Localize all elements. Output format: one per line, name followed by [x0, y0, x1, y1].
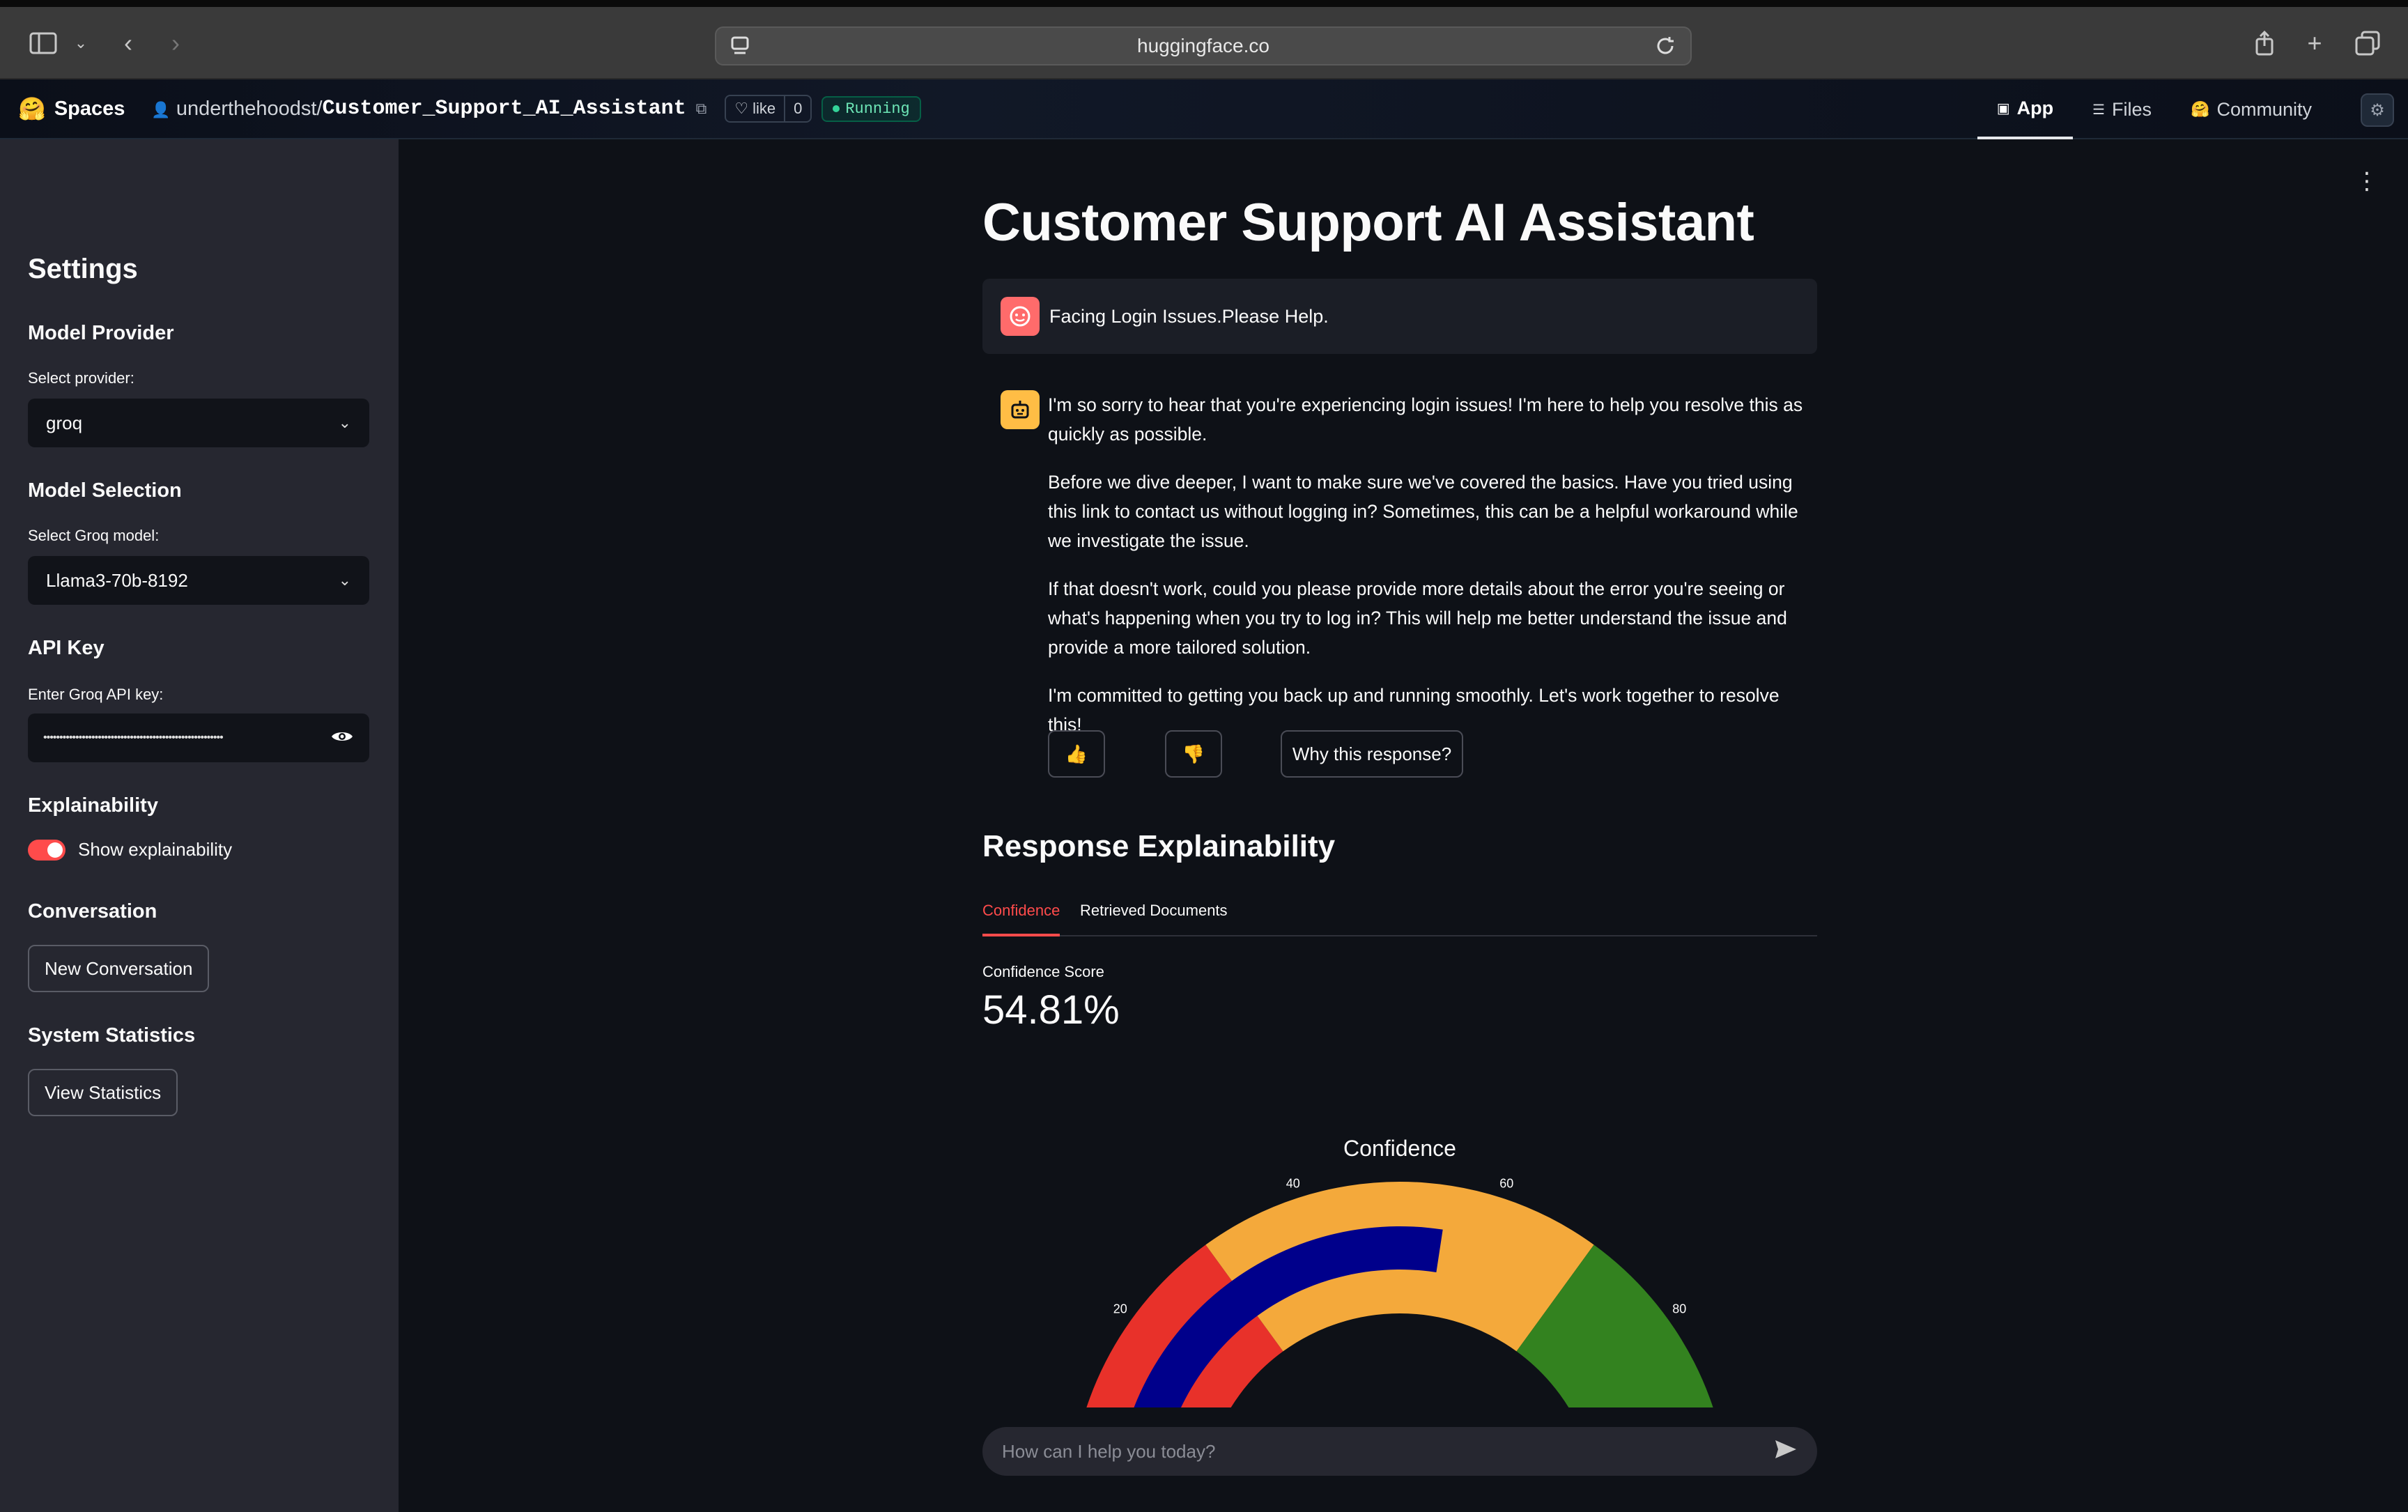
tab-overview-icon[interactable]: [2351, 28, 2384, 59]
chat-input-placeholder: How can I help you today?: [1002, 1440, 1216, 1462]
tab-app-label: App: [2016, 97, 2054, 118]
thumbs-down-button[interactable]: 👎: [1165, 730, 1222, 778]
assistant-paragraph: If that doesn't work, could you please p…: [1048, 578, 1787, 658]
copy-icon[interactable]: ⧉: [696, 100, 707, 118]
thumbs-up-button[interactable]: 👍: [1048, 730, 1105, 778]
provider-value: groq: [46, 412, 83, 433]
main-menu-icon[interactable]: ⋮: [2355, 167, 2379, 195]
files-icon: ☰: [2092, 102, 2106, 118]
model-label: Select Groq model:: [28, 527, 160, 544]
send-icon[interactable]: [1774, 1439, 1798, 1465]
heart-icon: ♡: [734, 100, 749, 117]
new-tab-icon[interactable]: +: [2298, 28, 2331, 59]
user-message-text: Facing Login Issues.Please Help.: [1049, 305, 1329, 327]
tab-community[interactable]: 🤗 Community: [2171, 79, 2331, 139]
sidebar: Settings Model Provider Select provider:…: [0, 139, 399, 1512]
chevron-down-icon: ⌄: [338, 571, 351, 589]
api-key-input[interactable]: ••••••••••••••••••••••••••••••••••••••••…: [28, 713, 369, 762]
chevron-down-icon: ⌄: [338, 414, 351, 431]
explainability-toggle-label: Show explainability: [78, 839, 233, 860]
gauge-tick-label: 40: [1286, 1176, 1300, 1190]
explainability-heading: Explainability: [28, 794, 158, 817]
confidence-metric-label: Confidence Score: [982, 963, 1104, 980]
gauge-tick-label: 60: [1499, 1176, 1513, 1190]
assistant-paragraph: I'm so sorry to hear that you're experie…: [1048, 394, 1803, 445]
address-bar[interactable]: huggingface.co: [715, 26, 1692, 65]
gauge-tick-label: 80: [1672, 1302, 1686, 1316]
page-menu-icon[interactable]: [730, 35, 751, 61]
space-settings-icon[interactable]: ⚙: [2361, 93, 2394, 127]
tab-files-label: Files: [2112, 98, 2152, 120]
assistant-message-text: I'm so sorry to hear that you're experie…: [1048, 390, 1817, 758]
share-icon[interactable]: [2248, 28, 2281, 59]
conversation-heading: Conversation: [28, 900, 157, 923]
user-message: Facing Login Issues.Please Help.: [982, 279, 1817, 354]
sidebar-toggle-icon[interactable]: [26, 28, 60, 59]
statistics-heading: System Statistics: [28, 1024, 196, 1047]
confidence-gauge: 20 40 60 80: [1086, 1176, 1713, 1407]
explainability-tabs: Confidence Retrieved Documents: [982, 899, 1817, 936]
tab-community-label: Community: [2216, 98, 2312, 120]
owner-link[interactable]: 👤 underthehoodst/: [151, 98, 322, 121]
back-icon[interactable]: ‹: [111, 28, 145, 59]
like-count: 0: [784, 96, 810, 121]
api-key-heading: API Key: [28, 637, 105, 659]
chevron-down-icon[interactable]: ⌄: [64, 28, 98, 59]
status-badge: Running: [821, 95, 921, 122]
eye-icon[interactable]: [330, 729, 354, 748]
bot-avatar-icon: [1001, 390, 1040, 429]
why-this-response-button[interactable]: Why this response?: [1281, 730, 1463, 778]
page-title: Customer Support AI Assistant: [982, 193, 1754, 252]
api-key-label: Enter Groq API key:: [28, 686, 164, 703]
hf-logo-icon: 🤗: [18, 96, 46, 121]
model-select[interactable]: Llama3-70b-8192 ⌄: [28, 556, 369, 605]
model-provider-heading: Model Provider: [28, 322, 174, 344]
chat-input[interactable]: How can I help you today?: [982, 1427, 1817, 1476]
tab-confidence[interactable]: Confidence: [982, 902, 1060, 936]
repo-name[interactable]: Customer_Support_AI_Assistant: [323, 97, 686, 121]
reload-icon[interactable]: [1654, 35, 1676, 61]
status-dot-icon: [833, 105, 840, 112]
explainability-toggle-row[interactable]: Show explainability: [28, 839, 232, 861]
user-avatar-icon: 👤: [151, 100, 171, 118]
api-key-masked-value: ••••••••••••••••••••••••••••••••••••••••…: [43, 732, 224, 743]
explainability-toggle[interactable]: [28, 839, 65, 861]
like-label: like: [752, 100, 776, 117]
spaces-link[interactable]: 🤗 Spaces: [18, 95, 125, 122]
gauge-tick-label: 20: [1113, 1302, 1127, 1316]
view-statistics-button[interactable]: View Statistics: [28, 1069, 178, 1116]
tab-app[interactable]: ▣ App: [1977, 79, 2074, 139]
path-separator: /: [316, 97, 323, 120]
explainability-heading: Response Explainability: [982, 829, 1336, 863]
spaces-label: Spaces: [54, 97, 125, 120]
sidebar-title: Settings: [28, 254, 138, 284]
like-button[interactable]: ♡ like 0: [725, 95, 812, 123]
community-icon: 🤗: [2191, 100, 2210, 118]
forward-icon[interactable]: ›: [159, 28, 192, 59]
space-tabs: ▣ App ☰ Files 🤗 Community: [1977, 79, 2331, 139]
new-conversation-button[interactable]: New Conversation: [28, 945, 210, 992]
status-text: Running: [845, 100, 910, 118]
tab-retrieved-documents[interactable]: Retrieved Documents: [1080, 902, 1228, 934]
model-value: Llama3-70b-8192: [46, 569, 188, 591]
cube-icon: ▣: [1996, 100, 2010, 116]
browser-toolbar: ⌄ ‹ › huggingface.co +: [0, 7, 2408, 79]
confidence-metric-value: 54.81%: [982, 987, 1120, 1033]
model-selection-heading: Model Selection: [28, 479, 182, 502]
assistant-paragraph: Before we dive deeper, I want to make su…: [1048, 472, 1798, 551]
tab-files[interactable]: ☰ Files: [2073, 79, 2171, 139]
url-text: huggingface.co: [1137, 35, 1269, 56]
provider-label: Select provider:: [28, 369, 134, 387]
user-avatar-icon: [1001, 297, 1040, 336]
hf-header: 🤗 Spaces 👤 underthehoodst/ Customer_Supp…: [0, 79, 2408, 139]
owner-name: underthehoodst: [176, 97, 317, 120]
provider-select[interactable]: groq ⌄: [28, 399, 369, 447]
window-top-edge: [0, 0, 2408, 7]
